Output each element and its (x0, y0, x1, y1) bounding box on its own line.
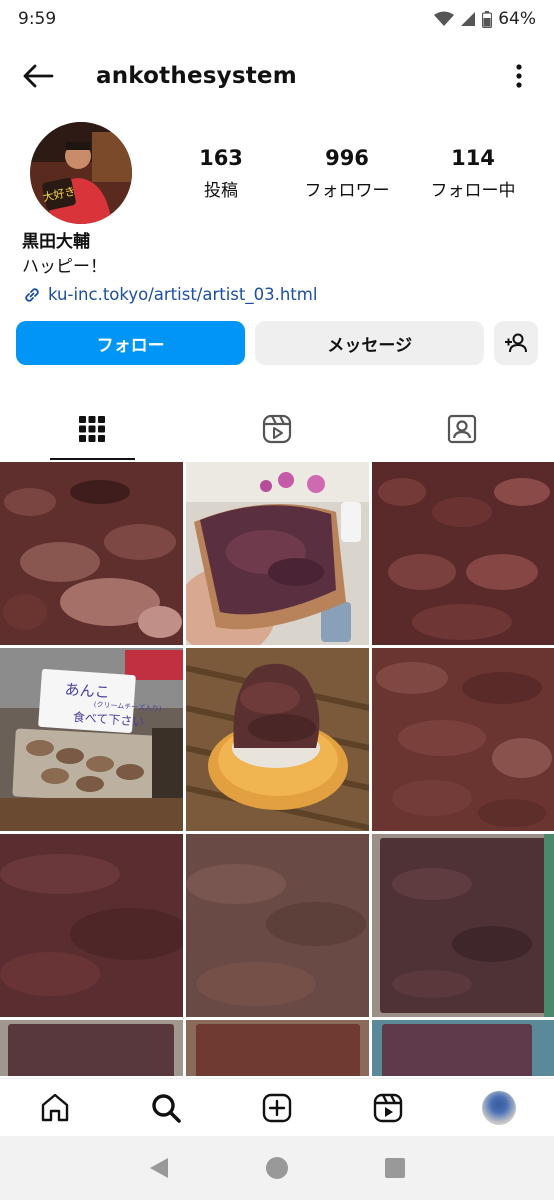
reels-icon (373, 1093, 402, 1122)
stat-posts-count: 163 (199, 146, 243, 170)
bean-paste-sign-image: あんこ (クリームチーズ入り) 食べて下さい (0, 648, 183, 831)
battery-icon (482, 10, 493, 28)
stat-following-count: 114 (451, 146, 495, 170)
post-thumbnail[interactable] (186, 1020, 369, 1076)
home-icon (42, 1093, 69, 1121)
tab-reels[interactable] (185, 398, 370, 460)
tagged-icon (447, 414, 476, 444)
nav-reels[interactable] (360, 1080, 416, 1136)
message-button[interactable]: メッセージ (255, 321, 485, 365)
profile-website-text: ku-inc.tokyo/artist/artist_03.html (48, 285, 318, 304)
signal-icon (461, 12, 476, 26)
home-circle-icon[interactable] (265, 1156, 289, 1180)
bean-paste-tray-image (372, 1020, 554, 1076)
post-thumbnail[interactable] (186, 834, 369, 1017)
stat-posts-label: 投稿 (204, 181, 238, 201)
battery-percent: 64% (498, 9, 536, 29)
bean-paste-smooth-image (0, 834, 183, 1017)
follow-button[interactable]: フォロー (16, 321, 246, 365)
nav-home[interactable] (27, 1080, 83, 1136)
post-thumbnail[interactable] (0, 1020, 183, 1076)
profile-username: ankothesystem (96, 63, 297, 89)
avatar-photo: 大好き (30, 122, 132, 224)
create-icon (262, 1093, 292, 1122)
add-person-icon (505, 333, 528, 353)
tab-tagged[interactable] (369, 398, 554, 460)
status-time: 9:59 (18, 9, 57, 29)
avatar[interactable]: 大好き (30, 122, 132, 224)
post-thumbnail[interactable]: あんこ (クリームチーズ入り) 食べて下さい (0, 648, 183, 831)
suggest-users-button[interactable] (494, 321, 538, 365)
search-icon (152, 1093, 181, 1123)
profile-tabs (0, 398, 554, 460)
back-triangle-icon[interactable] (148, 1156, 170, 1180)
post-thumbnail[interactable] (372, 1020, 554, 1076)
bean-paste-cracker-image (186, 648, 369, 831)
bean-paste-tray-image (372, 834, 554, 1017)
reels-icon (262, 414, 292, 444)
bean-paste-toast-image (186, 462, 369, 645)
stat-followers[interactable]: 996 フォロワー (287, 146, 407, 201)
recents-square-icon[interactable] (384, 1157, 406, 1179)
wifi-icon (434, 11, 455, 26)
profile-actions: フォロー メッセージ (16, 321, 538, 365)
grid-icon (79, 416, 106, 442)
nav-profile[interactable] (471, 1080, 527, 1136)
link-icon (25, 288, 39, 302)
nav-create[interactable] (249, 1080, 305, 1136)
post-sign-text: あんこ (64, 680, 110, 701)
stat-following-label: フォロー中 (430, 181, 516, 201)
profile-display-name: 黒田大輔 (22, 232, 90, 252)
post-thumbnail[interactable] (186, 648, 369, 831)
tab-grid[interactable] (0, 398, 185, 460)
stat-following[interactable]: 114 フォロー中 (413, 146, 533, 201)
post-thumbnail[interactable] (372, 834, 554, 1017)
profile-avatar (481, 1090, 516, 1125)
post-grid: あんこ (クリームチーズ入り) 食べて下さい (0, 462, 554, 1076)
post-thumbnail[interactable] (186, 462, 369, 645)
post-thumbnail[interactable] (372, 648, 554, 831)
nav-search[interactable] (138, 1080, 194, 1136)
bean-paste-closeup-image (0, 462, 183, 645)
bean-paste-smooth-image (186, 834, 369, 1017)
back-button[interactable] (18, 56, 58, 96)
post-thumbnail[interactable] (372, 462, 554, 645)
profile-bio: 黒田大輔 ハッピー！ ku-inc.tokyo/artist/artist_03… (22, 230, 532, 308)
profile-website-link[interactable]: ku-inc.tokyo/artist/artist_03.html (22, 282, 532, 308)
bean-paste-closeup-image (372, 648, 554, 831)
stat-posts[interactable]: 163 投稿 (161, 146, 281, 201)
more-vertical-icon (516, 64, 522, 88)
status-icons: 64% (434, 9, 536, 29)
bottom-navigation (0, 1078, 554, 1136)
stat-followers-label: フォロワー (304, 181, 390, 201)
post-thumbnail[interactable] (0, 462, 183, 645)
profile-summary: 大好き 163 投稿 996 フォロワー 114 フォロー中 (0, 120, 554, 230)
bean-paste-tray-image (186, 1020, 369, 1076)
stat-followers-count: 996 (325, 146, 369, 170)
more-options-button[interactable] (510, 58, 528, 94)
system-navigation-bar (0, 1136, 554, 1200)
post-thumbnail[interactable] (0, 834, 183, 1017)
arrow-left-icon (23, 64, 54, 88)
bean-paste-tray-image (0, 1020, 183, 1076)
status-bar: 9:59 64% (0, 0, 554, 38)
profile-bio-text: ハッピー！ (22, 257, 107, 277)
bean-paste-closeup-image (372, 462, 554, 645)
profile-header: ankothesystem (0, 48, 554, 104)
